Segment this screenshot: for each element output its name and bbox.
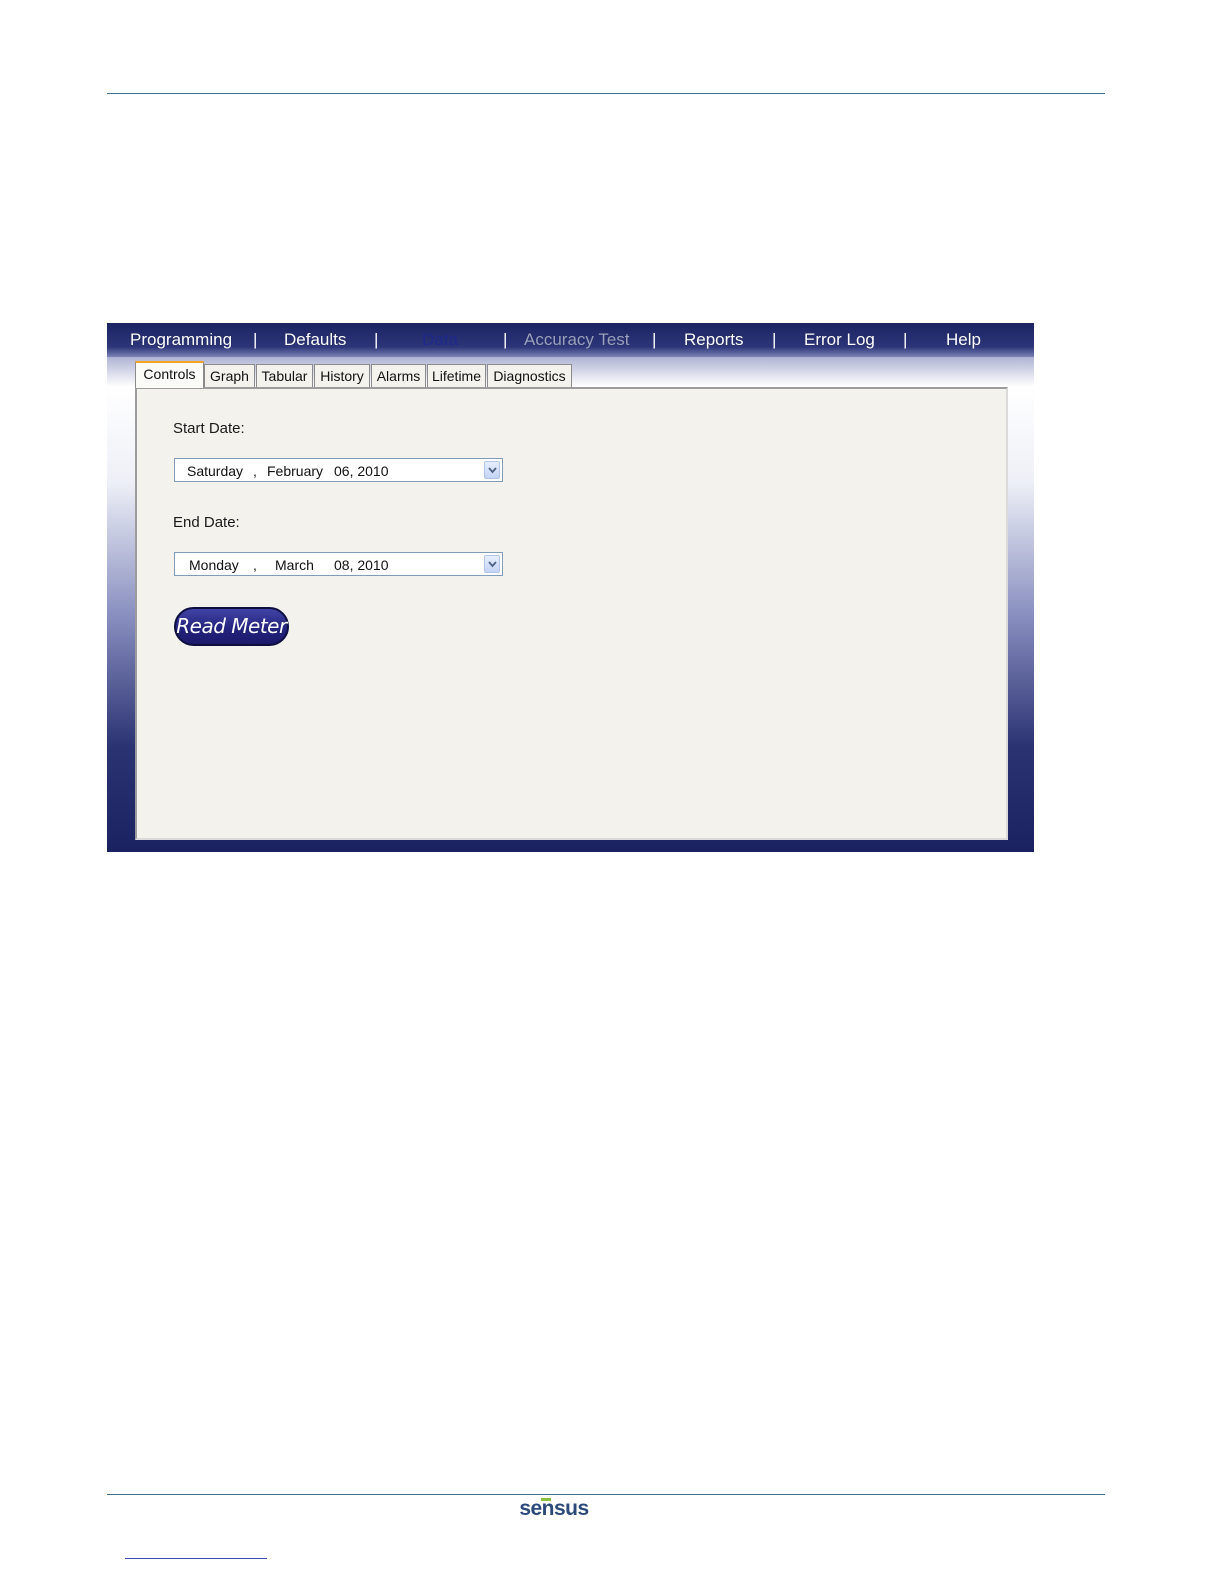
start-comma: , — [253, 463, 257, 479]
end-month[interactable]: March — [275, 557, 314, 573]
footer-rule — [107, 1494, 1105, 1495]
nav-separator: | — [253, 330, 258, 349]
nav-reports[interactable]: Reports — [684, 330, 744, 350]
start-date-dropdown-button[interactable] — [484, 461, 500, 479]
end-comma: , — [253, 557, 257, 573]
nav-separator: | — [652, 330, 657, 349]
nav-programming[interactable]: Programming — [130, 330, 232, 350]
start-month[interactable]: February — [267, 463, 323, 479]
tab-controls[interactable]: Controls — [135, 361, 204, 388]
nav-separator: | — [903, 330, 908, 349]
end-day-year[interactable]: 08, 2010 — [334, 557, 389, 573]
start-weekday[interactable]: Saturday — [187, 463, 243, 479]
end-date-dropdown-button[interactable] — [484, 555, 500, 573]
tab-tabular[interactable]: Tabular — [256, 364, 313, 387]
controls-panel: Start Date: Saturday , February 06, 2010… — [135, 387, 1008, 840]
logo-text: sensus — [519, 1497, 589, 1520]
nav-separator: | — [772, 330, 777, 349]
nav-help[interactable]: Help — [946, 330, 981, 350]
app-window: Programming | Defaults | Data | Accuracy… — [107, 323, 1034, 852]
sensus-logo: sensus — [514, 1496, 594, 1522]
end-weekday[interactable]: Monday — [189, 557, 239, 573]
tab-diagnostics[interactable]: Diagnostics — [487, 364, 572, 387]
start-date-label: Start Date: — [173, 420, 245, 437]
tab-graph[interactable]: Graph — [204, 364, 255, 387]
top-nav: Programming | Defaults | Data | Accuracy… — [107, 323, 1034, 357]
nav-separator: | — [503, 330, 508, 349]
footer-underline — [125, 1558, 267, 1559]
chevron-down-icon — [488, 467, 497, 474]
nav-error-log[interactable]: Error Log — [804, 330, 875, 350]
chevron-down-icon — [488, 561, 497, 568]
nav-separator: | — [374, 330, 379, 349]
end-date-label: End Date: — [173, 514, 240, 531]
tab-alarms[interactable]: Alarms — [371, 364, 426, 387]
tab-history[interactable]: History — [314, 364, 370, 387]
read-meter-button[interactable]: Read Meter — [174, 607, 289, 646]
nav-accuracy-test[interactable]: Accuracy Test — [524, 330, 630, 350]
header-rule — [107, 93, 1105, 94]
start-date-picker[interactable]: Saturday , February 06, 2010 — [174, 458, 503, 482]
nav-defaults[interactable]: Defaults — [284, 330, 346, 350]
nav-data[interactable]: Data — [422, 330, 458, 350]
logo-accent-bar — [541, 1498, 551, 1501]
end-date-picker[interactable]: Monday , March 08, 2010 — [174, 552, 503, 576]
tab-lifetime[interactable]: Lifetime — [427, 364, 486, 387]
start-day-year[interactable]: 06, 2010 — [334, 463, 389, 479]
